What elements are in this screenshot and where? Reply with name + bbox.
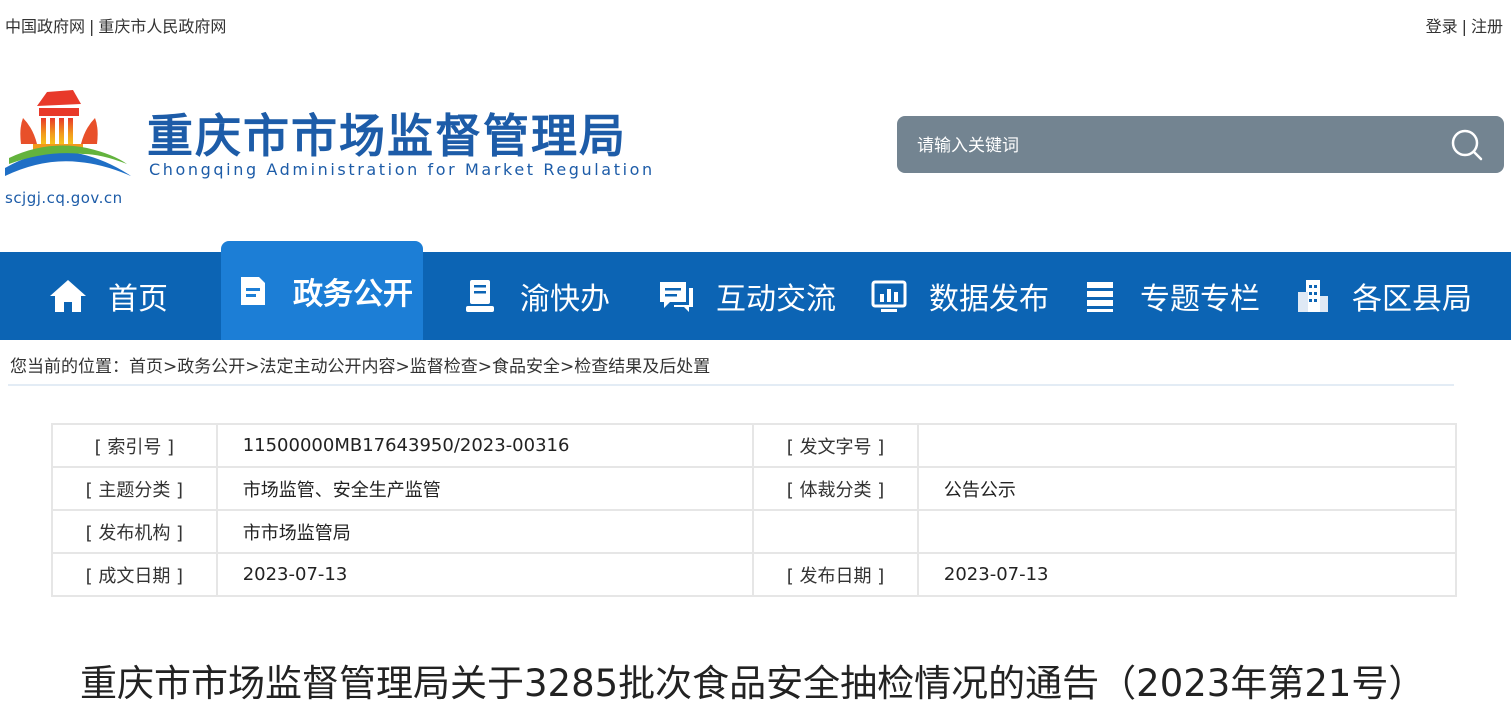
breadcrumb-item[interactable]: 首页: [129, 357, 163, 377]
search-button[interactable]: [1450, 128, 1484, 162]
table-row: [ 主题分类 ] 市场监管、安全生产监管 [ 体裁分类 ] 公告公示: [51, 466, 1458, 511]
table-row: [ 成文日期 ] 2023-07-13 [ 发布日期 ] 2023-07-13: [51, 552, 1458, 597]
logo-emblem-icon: [5, 90, 131, 176]
service-icon: [460, 276, 500, 316]
breadcrumb-item[interactable]: 检查结果及后处置: [574, 357, 710, 377]
written-date-label: [ 成文日期 ]: [51, 552, 218, 597]
article-title: 重庆市市场监督管理局关于3285批次食品安全抽检情况的通告（2023年第21号）: [80, 662, 1426, 705]
nav-item-data[interactable]: 数据发布: [869, 252, 1049, 340]
search-input[interactable]: [915, 116, 1429, 175]
chat-icon: [656, 276, 696, 316]
publish-date-label: [ 发布日期 ]: [752, 552, 919, 597]
breadcrumb: 您当前的位置：首页>政务公开>法定主动公开内容>监督检查>食品安全>检查结果及后…: [10, 352, 710, 377]
breadcrumb-divider: [8, 384, 1454, 386]
publisher-label: [ 发布机构 ]: [51, 509, 218, 554]
search-box: [897, 116, 1504, 175]
nav-label: 首页: [108, 282, 168, 317]
doc-number-value: [916, 423, 1458, 468]
breadcrumb-separator: >: [163, 357, 178, 377]
top-bar: 中国政府网 | 重庆市人民政府网 登录 | 注册: [0, 0, 1511, 46]
index-number-value: 11500000MB17643950/2023-00316: [215, 423, 755, 468]
separator: |: [89, 17, 95, 36]
link-cq-gov[interactable]: 重庆市人民政府网: [98, 17, 226, 36]
column-icon: [1080, 276, 1120, 316]
site-subtitle: Chongqing Administration for Market Regu…: [149, 160, 655, 179]
breadcrumb-separator: >: [560, 357, 575, 377]
search-icon: [1451, 129, 1483, 161]
breadcrumb-separator: >: [477, 357, 492, 377]
publisher-value: 市市场监管局: [215, 509, 755, 554]
doc-number-label: [ 发文字号 ]: [752, 423, 919, 468]
breadcrumb-item[interactable]: 政务公开: [177, 357, 245, 377]
nav-label: 政务公开: [293, 276, 413, 312]
site-title: 重庆市市场监督管理局: [147, 109, 627, 163]
separator: |: [1461, 17, 1467, 36]
main-nav: 首页 政务公开 渝快办 互动交流 数据发布 专题专栏 各区县局: [0, 241, 1511, 340]
register-link[interactable]: 注册: [1471, 17, 1503, 36]
breadcrumb-item[interactable]: 法定主动公开内容: [260, 357, 396, 377]
top-links-left: 中国政府网 | 重庆市人民政府网: [5, 13, 226, 37]
building-icon: [1292, 276, 1332, 316]
document-info-table: [ 索引号 ] 11500000MB17643950/2023-00316 [ …: [51, 423, 1458, 597]
breadcrumb-separator: >: [395, 357, 410, 377]
site-domain: scjgj.cq.gov.cn: [5, 189, 123, 207]
genre-value: 公告公示: [916, 466, 1458, 511]
nav-label: 数据发布: [929, 282, 1049, 317]
written-date-value: 2023-07-13: [215, 552, 755, 597]
breadcrumb-item[interactable]: 食品安全: [492, 357, 560, 377]
nav-label: 各区县局: [1352, 282, 1472, 317]
breadcrumb-item[interactable]: 监督检查: [410, 357, 478, 377]
nav-label: 互动交流: [716, 282, 836, 317]
link-gov-cn[interactable]: 中国政府网: [5, 17, 85, 36]
publish-date-value: 2023-07-13: [916, 552, 1458, 597]
top-links-right: 登录 | 注册: [1426, 13, 1503, 37]
breadcrumb-separator: >: [245, 357, 260, 377]
table-row: [ 索引号 ] 11500000MB17643950/2023-00316 [ …: [51, 423, 1458, 468]
nav-item-gov-affairs[interactable]: 政务公开: [221, 241, 423, 340]
index-number-label: [ 索引号 ]: [51, 423, 218, 468]
topic-label: [ 主题分类 ]: [51, 466, 218, 511]
nav-item-home[interactable]: 首页: [48, 252, 168, 340]
empty-label: [752, 509, 919, 554]
nav-label: 渝快办: [520, 282, 610, 317]
nav-label: 专题专栏: [1140, 282, 1260, 317]
nav-item-districts[interactable]: 各区县局: [1292, 252, 1472, 340]
login-link[interactable]: 登录: [1426, 17, 1458, 36]
topic-value: 市场监管、安全生产监管: [215, 466, 755, 511]
home-icon: [48, 276, 88, 316]
table-row: [ 发布机构 ] 市市场监管局: [51, 509, 1458, 554]
breadcrumb-prefix: 您当前的位置：: [10, 357, 129, 377]
nav-item-yukuaiban[interactable]: 渝快办: [460, 252, 610, 340]
empty-value: [916, 509, 1458, 554]
document-icon: [233, 271, 273, 311]
nav-item-interaction[interactable]: 互动交流: [656, 252, 836, 340]
genre-label: [ 体裁分类 ]: [752, 466, 919, 511]
nav-item-special[interactable]: 专题专栏: [1080, 252, 1260, 340]
chart-icon: [869, 276, 909, 316]
